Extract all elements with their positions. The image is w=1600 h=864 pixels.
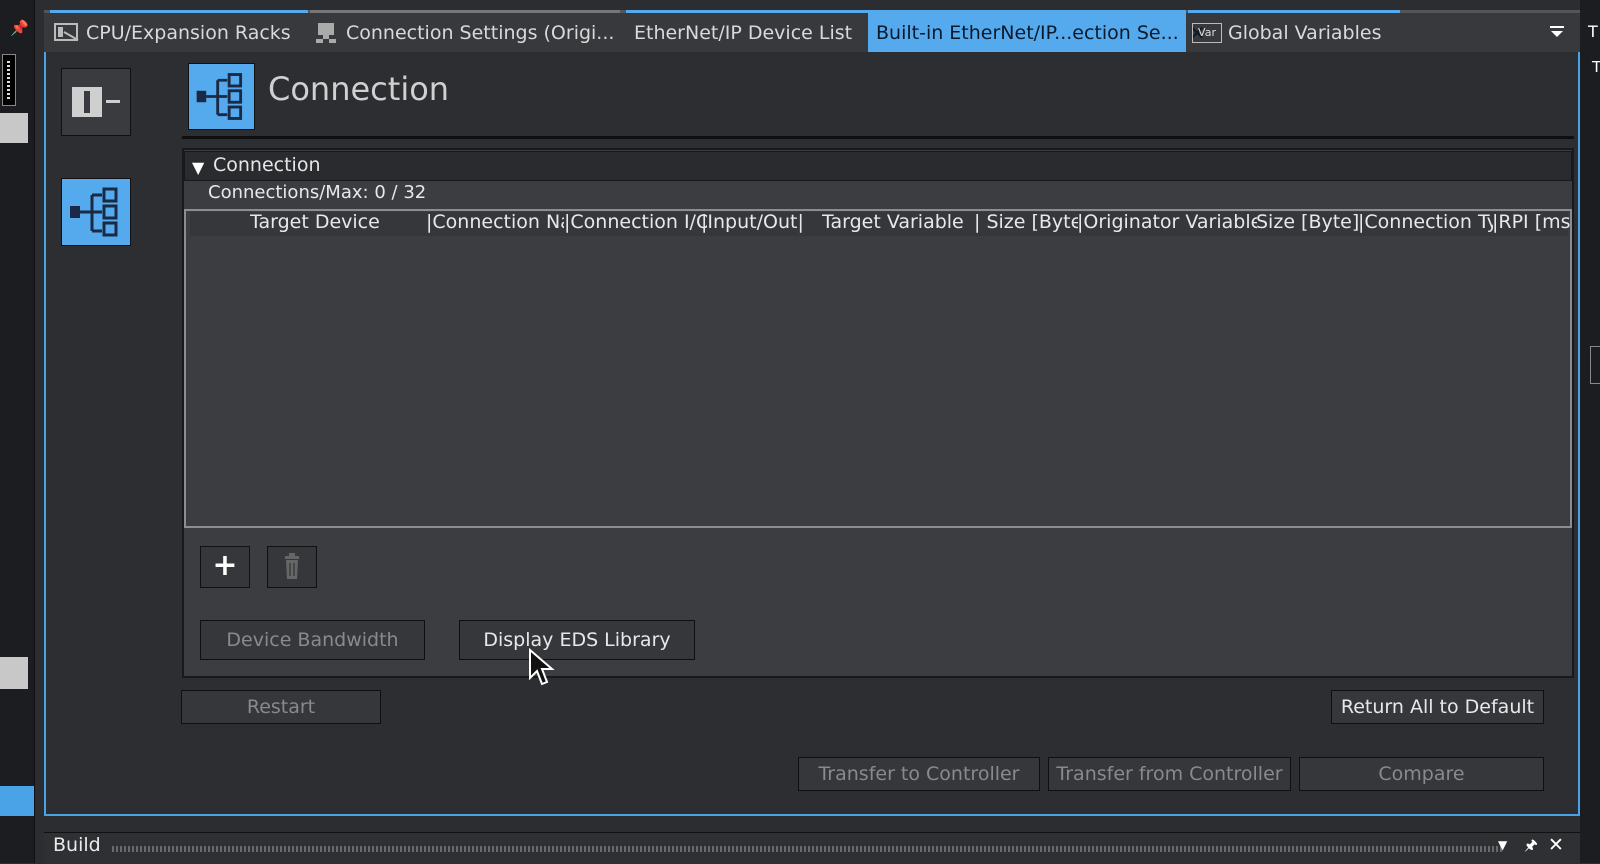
var-icon: Var [1192,22,1222,43]
tab-cpu-expansion-racks[interactable]: CPU/Expansion Racks [50,10,308,52]
tab-label: EtherNet/IP Device List [634,21,853,44]
build-panel-grip[interactable] [112,846,1502,852]
tab-connection-settings[interactable]: Connection Settings (Origi... [310,10,620,52]
section-header[interactable] [184,151,1572,181]
device-bandwidth-button[interactable]: Device Bandwidth [200,620,425,660]
title-divider [182,136,1574,139]
close-icon[interactable]: ✕ [1548,834,1564,856]
tab-global-variables[interactable]: Var Global Variables [1188,10,1400,52]
connections-label: Connections/Max: [208,182,369,203]
connection-icon[interactable] [61,178,131,246]
column-input-output[interactable]: |Input/Out| [701,211,811,233]
tab-label: Built-in EtherNet/IP...ection Se... [876,21,1179,44]
right-dock-handle[interactable] [1590,346,1600,384]
column-connection-type[interactable]: |Connection Ty [1358,211,1493,233]
transfer-to-controller-button[interactable]: Transfer to Controller [798,757,1040,791]
column-target-size[interactable]: | Size [Byte] [974,211,1078,233]
left-dock-tab[interactable] [0,657,28,689]
connection-table[interactable] [184,209,1572,528]
connections-value: 0 [374,182,386,203]
tab-label: CPU/Expansion Racks [86,21,291,44]
tab-label: Connection Settings (Origi... [346,21,615,44]
restart-button[interactable]: Restart [181,690,381,724]
controller-icon[interactable] [61,68,131,136]
connection-settings-icon [314,22,340,44]
column-originator-size[interactable]: Size [Byte] [1256,211,1359,233]
mouse-cursor-icon [528,647,556,688]
tab-ethernetip-device-list[interactable]: EtherNet/IP Device List [626,10,868,52]
connections-separator: / [391,182,398,203]
tab-label: Global Variables [1228,21,1382,44]
connection-title-icon [188,63,255,130]
page-title: Connection [268,70,450,108]
add-connection-button[interactable]: + [200,546,250,588]
tab-builtin-ethernetip-connection-settings[interactable]: Built-in EtherNet/IP...ection Se... ✕ [868,10,1205,52]
delete-connection-button[interactable] [267,546,317,588]
collapse-arrow-icon[interactable]: ▼ [192,158,204,177]
column-originator-variable[interactable]: |Originator Variable| [1077,211,1257,233]
return-all-to-default-button[interactable]: Return All to Default [1331,690,1544,724]
left-dock-indicator [2,54,16,106]
display-eds-library-button[interactable]: Display EDS Library [459,620,695,660]
transfer-from-controller-button[interactable]: Transfer from Controller [1048,757,1291,791]
compare-button[interactable]: Compare [1299,757,1544,791]
trash-icon [285,553,299,579]
right-dock-tab-label[interactable]: T [1588,22,1598,41]
pin-icon[interactable]: 🖈 [1524,835,1538,860]
left-dock-tab-selected[interactable] [0,786,34,816]
column-connection-name[interactable]: |Connection Na [426,211,564,233]
column-target-device[interactable]: Target Device [250,211,425,233]
column-connection-io[interactable]: |Connection I/O [564,211,707,233]
connections-count: Connections/Max: 0 / 32 [208,182,426,203]
connections-max: 32 [403,182,427,203]
column-rpi[interactable]: |RPI [ms] [1492,211,1570,233]
chevron-down-icon[interactable]: ▼ [1498,838,1507,852]
rack-icon [54,22,80,44]
right-dock-strip [1580,0,1600,863]
right-dock-tab-label[interactable]: T [1592,58,1600,76]
left-dock-tab[interactable] [0,113,28,143]
pin-icon[interactable]: 📌 [10,20,29,36]
column-target-variable[interactable]: Target Variable [822,211,972,233]
build-panel-title[interactable]: Build [53,834,101,856]
tab-list-dropdown-icon[interactable] [1548,22,1566,40]
section-title: Connection [213,154,321,176]
